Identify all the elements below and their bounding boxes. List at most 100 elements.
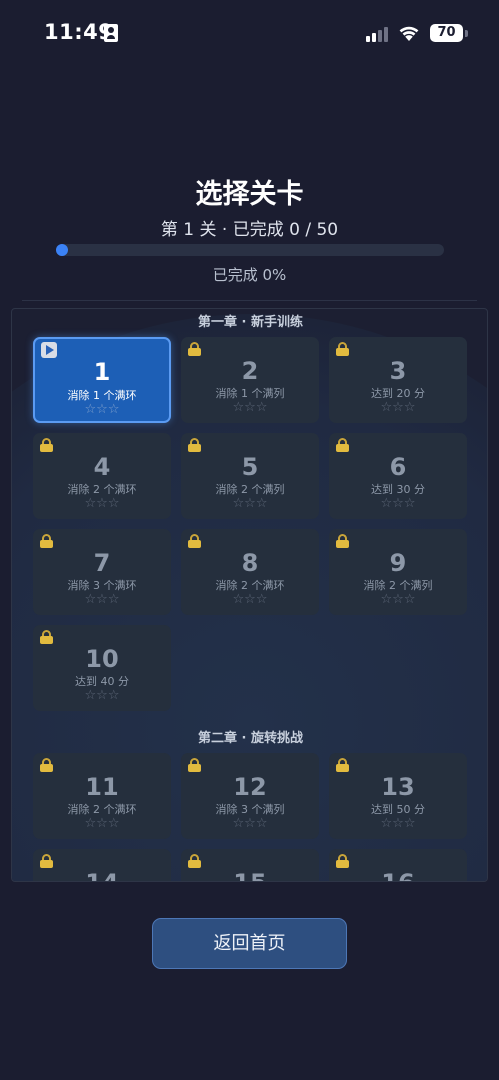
lock-icon — [336, 758, 349, 772]
lock-body — [336, 348, 349, 356]
level-number: 16 — [329, 869, 467, 881]
lock-body — [336, 860, 349, 868]
progress-fill — [56, 244, 68, 256]
level-goal: 消除 1 个满环 — [67, 389, 137, 402]
progress-text: 已完成 0% — [212, 266, 287, 284]
star-rating: ☆☆☆ — [232, 400, 268, 415]
lock-body — [336, 540, 349, 548]
divider — [22, 300, 477, 301]
lock-body — [40, 636, 53, 644]
level-tile-7[interactable]: 7 消除 3 个满环 ☆☆☆ — [33, 529, 171, 615]
level-tile-12[interactable]: 12 消除 3 个满列 ☆☆☆ — [181, 753, 319, 839]
signal-bar — [372, 33, 376, 42]
star-rating: ☆☆☆ — [380, 592, 416, 607]
level-goal: 达到 30 分 — [371, 483, 425, 496]
lock-icon — [40, 854, 53, 868]
star-rating: ☆☆☆ — [84, 816, 120, 831]
level-tile-1[interactable]: 1 消除 1 个满环 ☆☆☆ — [33, 337, 171, 423]
lock-body — [40, 860, 53, 868]
status-time: 11:49 — [44, 20, 114, 44]
lock-icon — [188, 342, 201, 356]
level-tile-11[interactable]: 11 消除 2 个满环 ☆☆☆ — [33, 753, 171, 839]
level-number: 15 — [181, 869, 319, 881]
level-goal: 达到 50 分 — [371, 803, 425, 816]
star-rating: ☆☆☆ — [232, 496, 268, 511]
level-number: 2 — [241, 357, 259, 385]
battery-tip — [465, 30, 468, 37]
lock-icon — [336, 438, 349, 452]
level-number: 14 — [33, 869, 171, 881]
star-rating: ☆☆☆ — [84, 402, 120, 417]
chapter-title: 第二章 · 旋转挑战 — [198, 731, 303, 746]
level-grid: 1 消除 1 个满环 ☆☆☆ 2 消除 1 个满列 ☆☆☆ 3 达到 20 分 ☆☆☆ 4 消除 2… — [12, 337, 487, 711]
lock-body — [40, 444, 53, 452]
star-rating: ☆☆☆ — [84, 496, 120, 511]
level-status: 第 1 关 · 已完成 0 / 50 — [160, 220, 339, 240]
level-number: 1 — [93, 358, 111, 386]
level-tile-10[interactable]: 10 达到 40 分 ☆☆☆ — [33, 625, 171, 711]
level-tile-9[interactable]: 9 消除 2 个满列 ☆☆☆ — [329, 529, 467, 615]
star-rating: ☆☆☆ — [232, 592, 268, 607]
lock-body — [188, 764, 201, 772]
level-goal: 消除 2 个满环 — [67, 483, 137, 496]
signal-bar — [384, 27, 388, 42]
level-tile-3[interactable]: 3 达到 20 分 ☆☆☆ — [329, 337, 467, 423]
star-rating: ☆☆☆ — [232, 816, 268, 831]
level-goal: 消除 3 个满环 — [67, 579, 137, 592]
level-number: 13 — [381, 773, 415, 801]
level-list-panel[interactable]: 第一章 · 新手训练 1 消除 1 个满环 ☆☆☆ 2 消除 1 个满列 ☆☆☆ 3 达到 20… — [11, 308, 488, 882]
lock-icon — [336, 854, 349, 868]
wifi-icon — [399, 26, 419, 41]
page-title: 选择关卡 — [195, 179, 304, 210]
signal-bar — [378, 30, 382, 42]
star-rating: ☆☆☆ — [84, 688, 120, 703]
level-tile-14[interactable]: 14 — [33, 849, 171, 881]
level-goal: 消除 2 个满环 — [215, 579, 285, 592]
lock-body — [40, 764, 53, 772]
star-rating: ☆☆☆ — [380, 496, 416, 511]
contact-card-icon — [104, 24, 118, 42]
lock-icon — [40, 534, 53, 548]
level-tile-4[interactable]: 4 消除 2 个满环 ☆☆☆ — [33, 433, 171, 519]
signal-bar — [366, 36, 370, 42]
lock-body — [336, 444, 349, 452]
level-list: 第一章 · 新手训练 1 消除 1 个满环 ☆☆☆ 2 消除 1 个满列 ☆☆☆ 3 达到 20… — [12, 309, 487, 881]
play-icon — [41, 342, 57, 358]
level-goal: 达到 20 分 — [371, 387, 425, 400]
star-rating: ☆☆☆ — [380, 816, 416, 831]
lock-icon — [336, 534, 349, 548]
chapter-title: 第一章 · 新手训练 — [198, 315, 303, 330]
lock-icon — [40, 438, 53, 452]
lock-body — [336, 764, 349, 772]
star-rating: ☆☆☆ — [380, 400, 416, 415]
lock-body — [188, 348, 201, 356]
lock-icon — [188, 758, 201, 772]
level-tile-6[interactable]: 6 达到 30 分 ☆☆☆ — [329, 433, 467, 519]
level-tile-5[interactable]: 5 消除 2 个满列 ☆☆☆ — [181, 433, 319, 519]
level-number: 12 — [233, 773, 267, 801]
level-number: 3 — [389, 357, 407, 385]
lock-icon — [336, 342, 349, 356]
level-tile-2[interactable]: 2 消除 1 个满列 ☆☆☆ — [181, 337, 319, 423]
lock-icon — [40, 758, 53, 772]
level-goal: 消除 3 个满列 — [215, 803, 285, 816]
level-goal: 消除 2 个满列 — [363, 579, 433, 592]
level-number: 7 — [93, 549, 111, 577]
lock-body — [188, 860, 201, 868]
level-number: 10 — [85, 645, 119, 673]
level-number: 11 — [85, 773, 119, 801]
lock-body — [40, 540, 53, 548]
level-number: 4 — [93, 453, 111, 481]
level-tile-13[interactable]: 13 达到 50 分 ☆☆☆ — [329, 753, 467, 839]
progress-bar — [56, 244, 444, 256]
level-grid: 11消除 2 个满环☆☆☆12消除 3 个满列☆☆☆13达到 50 分☆☆☆14… — [12, 753, 487, 881]
back-home-button[interactable]: 返回首页 — [152, 918, 347, 969]
lock-icon — [40, 630, 53, 644]
level-tile-8[interactable]: 8 消除 2 个满环 ☆☆☆ — [181, 529, 319, 615]
lock-icon — [188, 854, 201, 868]
level-number: 8 — [241, 549, 259, 577]
level-number: 6 — [389, 453, 407, 481]
lock-icon — [188, 534, 201, 548]
level-tile-16[interactable]: 16 — [329, 849, 467, 881]
level-tile-15[interactable]: 15 — [181, 849, 319, 881]
